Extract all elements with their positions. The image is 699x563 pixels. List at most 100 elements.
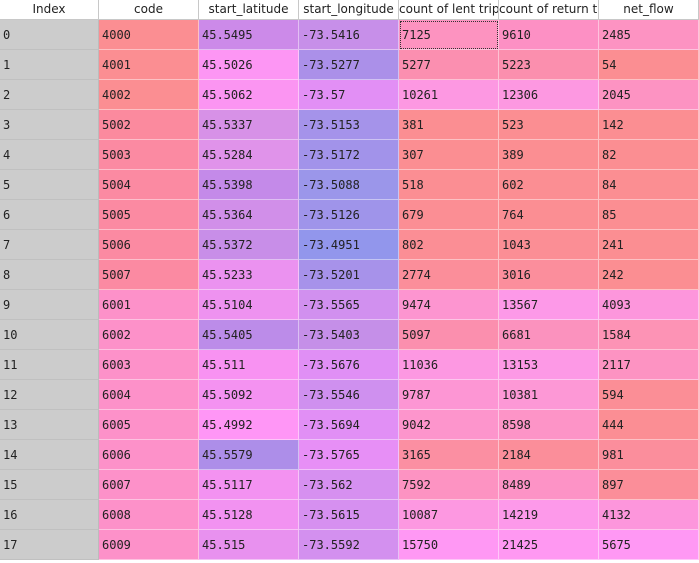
- cell-net-flow[interactable]: 242: [599, 260, 699, 290]
- column-header-index[interactable]: Index: [0, 0, 99, 19]
- cell-start-longitude[interactable]: -73.5201: [299, 260, 399, 290]
- cell-net-flow[interactable]: 1584: [599, 320, 699, 350]
- cell-start-longitude[interactable]: -73.5565: [299, 290, 399, 320]
- cell-code[interactable]: 5002: [99, 110, 199, 140]
- cell-count-return-trips[interactable]: 8489: [499, 470, 599, 500]
- cell-count-return-trips[interactable]: 14219: [499, 500, 599, 530]
- column-header-count-return-trips[interactable]: count of return trip: [499, 0, 599, 19]
- cell-code[interactable]: 6008: [99, 500, 199, 530]
- cell-start-longitude[interactable]: -73.5088: [299, 170, 399, 200]
- cell-index[interactable]: 0: [0, 20, 99, 50]
- cell-index[interactable]: 16: [0, 500, 99, 530]
- cell-start-latitude[interactable]: 45.4992: [199, 410, 299, 440]
- cell-count-return-trips[interactable]: 13153: [499, 350, 599, 380]
- cell-index[interactable]: 2: [0, 80, 99, 110]
- cell-index[interactable]: 3: [0, 110, 99, 140]
- cell-count-lent-trips[interactable]: 5277: [399, 50, 499, 80]
- column-header-start-latitude[interactable]: start_latitude: [199, 0, 299, 19]
- cell-start-longitude[interactable]: -73.5416: [299, 20, 399, 50]
- cell-count-return-trips[interactable]: 21425: [499, 530, 599, 560]
- cell-start-latitude[interactable]: 45.5372: [199, 230, 299, 260]
- cell-net-flow[interactable]: 4093: [599, 290, 699, 320]
- cell-net-flow[interactable]: 4132: [599, 500, 699, 530]
- cell-net-flow[interactable]: 82: [599, 140, 699, 170]
- cell-start-latitude[interactable]: 45.5284: [199, 140, 299, 170]
- cell-count-lent-trips[interactable]: 7592: [399, 470, 499, 500]
- cell-start-longitude[interactable]: -73.5615: [299, 500, 399, 530]
- cell-count-lent-trips[interactable]: 9474: [399, 290, 499, 320]
- cell-count-return-trips[interactable]: 764: [499, 200, 599, 230]
- cell-code[interactable]: 6004: [99, 380, 199, 410]
- cell-code[interactable]: 4000: [99, 20, 199, 50]
- cell-start-latitude[interactable]: 45.5026: [199, 50, 299, 80]
- cell-count-lent-trips[interactable]: 3165: [399, 440, 499, 470]
- cell-start-latitude[interactable]: 45.5405: [199, 320, 299, 350]
- column-header-count-lent-trips[interactable]: count of lent trips: [399, 0, 499, 19]
- cell-count-return-trips[interactable]: 2184: [499, 440, 599, 470]
- cell-count-lent-trips[interactable]: 2774: [399, 260, 499, 290]
- cell-net-flow[interactable]: 2045: [599, 80, 699, 110]
- cell-count-return-trips[interactable]: 8598: [499, 410, 599, 440]
- cell-index[interactable]: 13: [0, 410, 99, 440]
- cell-count-return-trips[interactable]: 10381: [499, 380, 599, 410]
- cell-start-latitude[interactable]: 45.5117: [199, 470, 299, 500]
- cell-net-flow[interactable]: 444: [599, 410, 699, 440]
- cell-start-longitude[interactable]: -73.5126: [299, 200, 399, 230]
- cell-net-flow[interactable]: 54: [599, 50, 699, 80]
- cell-code[interactable]: 5006: [99, 230, 199, 260]
- cell-count-return-trips[interactable]: 3016: [499, 260, 599, 290]
- cell-net-flow[interactable]: 142: [599, 110, 699, 140]
- cell-start-longitude[interactable]: -73.562: [299, 470, 399, 500]
- cell-start-longitude[interactable]: -73.5546: [299, 380, 399, 410]
- cell-index[interactable]: 15: [0, 470, 99, 500]
- cell-count-return-trips[interactable]: 389: [499, 140, 599, 170]
- cell-index[interactable]: 6: [0, 200, 99, 230]
- column-header-code[interactable]: code: [99, 0, 199, 19]
- cell-count-lent-trips[interactable]: 679: [399, 200, 499, 230]
- cell-code[interactable]: 6006: [99, 440, 199, 470]
- cell-count-return-trips[interactable]: 523: [499, 110, 599, 140]
- cell-start-latitude[interactable]: 45.5398: [199, 170, 299, 200]
- cell-net-flow[interactable]: 981: [599, 440, 699, 470]
- cell-start-longitude[interactable]: -73.5172: [299, 140, 399, 170]
- cell-start-longitude[interactable]: -73.57: [299, 80, 399, 110]
- cell-count-lent-trips[interactable]: 9042: [399, 410, 499, 440]
- cell-index[interactable]: 9: [0, 290, 99, 320]
- cell-count-return-trips[interactable]: 12306: [499, 80, 599, 110]
- cell-index[interactable]: 17: [0, 530, 99, 560]
- cell-start-longitude[interactable]: -73.5694: [299, 410, 399, 440]
- cell-count-return-trips[interactable]: 9610: [499, 20, 599, 50]
- cell-count-return-trips[interactable]: 5223: [499, 50, 599, 80]
- cell-count-return-trips[interactable]: 13567: [499, 290, 599, 320]
- cell-start-latitude[interactable]: 45.5495: [199, 20, 299, 50]
- cell-index[interactable]: 1: [0, 50, 99, 80]
- cell-code[interactable]: 4002: [99, 80, 199, 110]
- cell-code[interactable]: 6005: [99, 410, 199, 440]
- cell-code[interactable]: 5003: [99, 140, 199, 170]
- cell-count-lent-trips[interactable]: 15750: [399, 530, 499, 560]
- cell-net-flow[interactable]: 2485: [599, 20, 699, 50]
- cell-start-latitude[interactable]: 45.511: [199, 350, 299, 380]
- cell-code[interactable]: 6001: [99, 290, 199, 320]
- cell-index[interactable]: 11: [0, 350, 99, 380]
- cell-start-latitude[interactable]: 45.5128: [199, 500, 299, 530]
- cell-count-lent-trips[interactable]: 518: [399, 170, 499, 200]
- cell-code[interactable]: 6002: [99, 320, 199, 350]
- cell-count-return-trips[interactable]: 1043: [499, 230, 599, 260]
- cell-code[interactable]: 5005: [99, 200, 199, 230]
- cell-count-lent-trips[interactable]: 5097: [399, 320, 499, 350]
- cell-start-latitude[interactable]: 45.5337: [199, 110, 299, 140]
- cell-count-return-trips[interactable]: 602: [499, 170, 599, 200]
- cell-index[interactable]: 5: [0, 170, 99, 200]
- cell-count-lent-trips[interactable]: 381: [399, 110, 499, 140]
- cell-count-lent-trips[interactable]: 7125: [399, 20, 499, 50]
- cell-start-latitude[interactable]: 45.5579: [199, 440, 299, 470]
- cell-count-lent-trips[interactable]: 10261: [399, 80, 499, 110]
- cell-start-latitude[interactable]: 45.5092: [199, 380, 299, 410]
- cell-start-longitude[interactable]: -73.5592: [299, 530, 399, 560]
- cell-code[interactable]: 6003: [99, 350, 199, 380]
- cell-start-longitude[interactable]: -73.5277: [299, 50, 399, 80]
- cell-count-lent-trips[interactable]: 802: [399, 230, 499, 260]
- column-header-net-flow[interactable]: net_flow: [599, 0, 699, 19]
- cell-index[interactable]: 7: [0, 230, 99, 260]
